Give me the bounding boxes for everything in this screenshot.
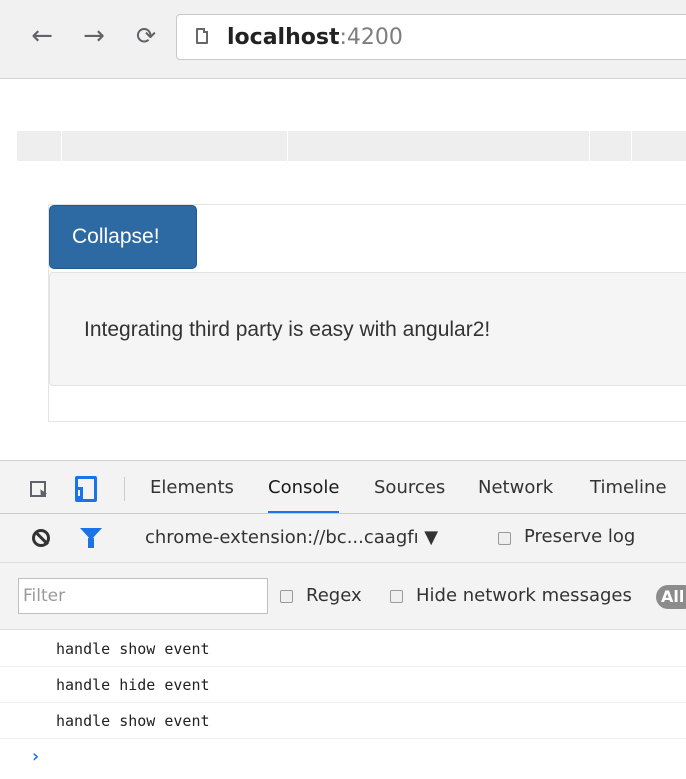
url-host: localhost bbox=[227, 25, 340, 50]
well-text: Integrating third party is easy with ang… bbox=[84, 318, 491, 341]
navbar-separator bbox=[589, 131, 590, 161]
address-bar[interactable]: localhost:4200 bbox=[176, 14, 686, 60]
browser-toolbar: ← → ⟳ localhost:4200 bbox=[0, 0, 686, 79]
regex-label: Regex bbox=[306, 585, 362, 606]
hide-network-checkbox[interactable] bbox=[390, 590, 403, 603]
console-prompt[interactable]: › bbox=[30, 746, 41, 767]
tab-console[interactable]: Console bbox=[268, 461, 340, 513]
console-filter-bar: Regex Hide network messages All bbox=[0, 563, 686, 630]
devtools-panel: Elements Console Sources Network Timelin… bbox=[0, 460, 686, 779]
url: localhost:4200 bbox=[227, 25, 403, 51]
navbar-separator bbox=[631, 131, 632, 161]
preserve-log-label: Preserve log bbox=[524, 526, 636, 547]
reload-icon[interactable]: ⟳ bbox=[132, 20, 160, 52]
devtools-tab-bar: Elements Console Sources Network Timelin… bbox=[0, 461, 686, 514]
collapse-well: Integrating third party is easy with ang… bbox=[49, 272, 686, 386]
clear-console-icon[interactable] bbox=[32, 529, 50, 547]
console-line: handle show event bbox=[0, 703, 686, 739]
filter-icon[interactable] bbox=[80, 528, 102, 548]
level-filter-all[interactable]: All bbox=[656, 585, 686, 609]
regex-checkbox[interactable] bbox=[280, 590, 293, 603]
device-toolbar-icon[interactable] bbox=[75, 476, 97, 502]
hide-network-label: Hide network messages bbox=[416, 585, 632, 606]
navbar-separator bbox=[61, 131, 62, 161]
tab-network[interactable]: Network bbox=[478, 461, 553, 513]
tab-sources[interactable]: Sources bbox=[374, 461, 445, 513]
page-icon bbox=[196, 28, 208, 44]
collapse-button[interactable]: Collapse! bbox=[49, 205, 197, 269]
forward-arrow-icon[interactable]: → bbox=[80, 20, 108, 52]
console-line: handle show event bbox=[0, 631, 686, 667]
context-selector[interactable]: chrome-extension://bc...caagfı ▼ bbox=[145, 514, 438, 562]
console-toolbar: chrome-extension://bc...caagfı ▼ Preserv… bbox=[0, 514, 686, 563]
inspect-element-icon[interactable] bbox=[30, 481, 46, 497]
back-arrow-icon[interactable]: ← bbox=[28, 20, 56, 52]
preserve-log-checkbox[interactable] bbox=[498, 532, 511, 545]
tab-timeline[interactable]: Timeline bbox=[590, 461, 667, 513]
url-port: :4200 bbox=[339, 25, 403, 50]
navbar-separator bbox=[287, 131, 288, 161]
divider bbox=[124, 477, 125, 501]
tab-elements[interactable]: Elements bbox=[150, 461, 234, 513]
filter-input[interactable] bbox=[18, 578, 268, 614]
navbar-placeholder bbox=[17, 131, 686, 161]
console-line: handle hide event bbox=[0, 667, 686, 703]
